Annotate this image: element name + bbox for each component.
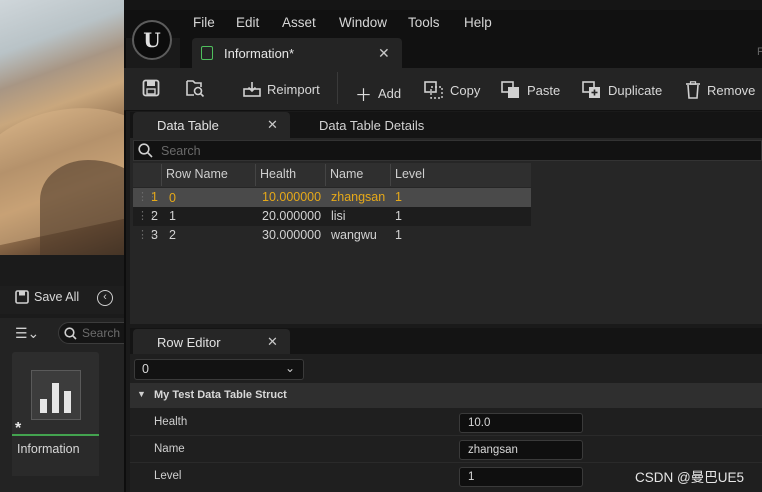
cell-name: wangwu	[331, 228, 377, 242]
struct-name: My Test Data Table Struct	[154, 389, 287, 401]
search-icon	[138, 143, 153, 158]
row-index: 2	[151, 209, 158, 223]
chevron-down-icon: ⌄	[285, 361, 296, 375]
copy-icon	[424, 81, 443, 99]
menu-edit[interactable]: Edit	[236, 15, 259, 30]
cell-health: 30.000000	[262, 228, 322, 242]
plus-icon: ＋	[355, 86, 372, 105]
toolbar-separator	[337, 72, 338, 104]
menu-window[interactable]: Window	[339, 15, 387, 30]
row-index: 1	[151, 190, 158, 204]
save-icon[interactable]	[142, 79, 160, 102]
close-icon[interactable]: ✕	[267, 117, 278, 133]
data-table-tab-label: Data Table	[157, 118, 219, 133]
data-table-search-input[interactable]: Search	[133, 140, 762, 161]
close-icon[interactable]: ✕	[378, 45, 390, 62]
cell-level: 1	[395, 190, 402, 204]
row-editor-tab-label: Row Editor	[157, 335, 221, 350]
paste-icon	[501, 81, 519, 98]
history-back-icon[interactable]: ‹	[97, 290, 113, 306]
add-row-button[interactable]: ＋ Add	[355, 81, 401, 106]
row-select-value: 0	[142, 362, 149, 376]
table-empty-area	[531, 163, 762, 323]
reimport-label: Reimport	[267, 81, 320, 97]
cell-row-name: 0	[169, 191, 176, 205]
duplicate-icon	[582, 81, 600, 98]
property-label-health: Health	[154, 416, 188, 428]
menu-asset[interactable]: Asset	[282, 15, 316, 30]
reimport-icon	[243, 82, 261, 97]
column-divider	[161, 164, 162, 186]
data-table-thumbnail-icon	[31, 370, 81, 420]
name-field[interactable]: zhangsan	[459, 440, 583, 460]
add-label: Add	[378, 86, 402, 101]
column-divider	[390, 164, 391, 186]
paste-row-button[interactable]: Paste	[501, 81, 560, 99]
menu-file[interactable]: File	[193, 15, 215, 30]
menu-help[interactable]: Help	[464, 15, 492, 30]
column-header-row-name[interactable]: Row Name	[166, 167, 228, 181]
content-search-placeholder: Search	[82, 326, 121, 340]
cell-level: 1	[395, 228, 402, 242]
cell-health: 20.000000	[262, 209, 322, 223]
data-table-details-tab[interactable]: Data Table Details	[319, 118, 424, 133]
level-field[interactable]: 1	[459, 467, 583, 487]
row-select-dropdown[interactable]	[134, 359, 304, 380]
paste-label: Paste	[527, 82, 561, 98]
property-row-health	[130, 409, 762, 436]
collapse-arrow-icon[interactable]: ▼	[137, 389, 146, 399]
remove-label: Remove	[707, 82, 756, 98]
cell-level: 1	[395, 209, 402, 223]
data-table-search-placeholder: Search	[161, 143, 201, 158]
menu-tools[interactable]: Tools	[408, 15, 440, 30]
save-icon	[15, 290, 29, 304]
cell-row-name: 2	[169, 228, 176, 242]
browse-to-asset-icon[interactable]	[185, 79, 205, 102]
duplicate-label: Duplicate	[608, 82, 663, 98]
duplicate-row-button[interactable]: Duplicate	[582, 81, 662, 99]
close-icon[interactable]: ✕	[267, 334, 278, 350]
search-icon	[64, 326, 77, 340]
unreal-logo-icon: U	[132, 20, 172, 60]
column-divider	[325, 164, 326, 186]
trash-icon	[686, 81, 700, 99]
copy-label: Copy	[450, 82, 481, 98]
filter-icon[interactable]: ☰⌄	[15, 325, 39, 342]
asset-label: Information	[17, 442, 80, 456]
cell-row-name: 1	[169, 209, 176, 223]
column-header-name[interactable]: Name	[330, 167, 363, 181]
copy-row-button[interactable]: Copy	[424, 81, 480, 99]
save-all-label: Save All	[34, 290, 80, 304]
property-label-name: Name	[154, 443, 185, 455]
data-table-tab-icon	[201, 46, 213, 60]
menu-bar	[124, 10, 762, 38]
document-tab-label: Information*	[224, 46, 295, 61]
cell-name: zhangsan	[331, 190, 386, 204]
health-field[interactable]: 10.0	[459, 413, 583, 433]
unsaved-star-icon: *	[15, 420, 22, 437]
watermark-text: CSDN @曼巴UE5	[635, 470, 744, 485]
cell-name: lisi	[331, 209, 346, 223]
remove-row-button[interactable]: Remove	[685, 81, 755, 99]
column-header-level[interactable]: Level	[395, 167, 425, 181]
row-index: 3	[151, 228, 158, 242]
property-row-name	[130, 436, 762, 463]
cell-health: 10.000000	[262, 190, 322, 204]
save-all-button[interactable]: Save All	[15, 290, 79, 304]
column-divider	[255, 164, 256, 186]
panel-edge-marker: F	[757, 46, 762, 58]
reimport-button[interactable]: Reimport	[243, 81, 320, 97]
property-label-level: Level	[154, 470, 182, 482]
column-header-health[interactable]: Health	[260, 167, 296, 181]
